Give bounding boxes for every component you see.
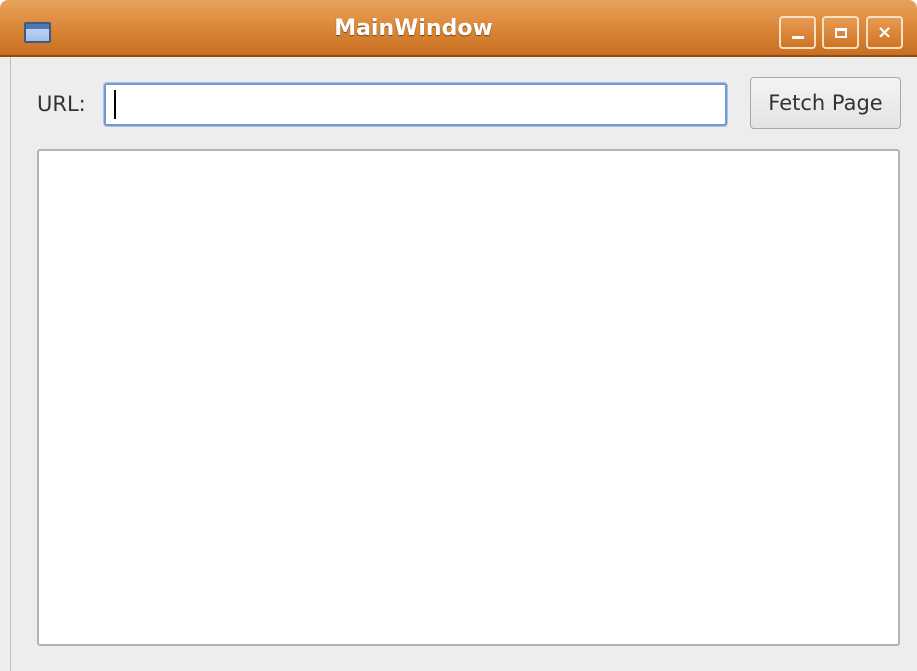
main-window: MainWindow × URL: Fetch Page bbox=[0, 0, 917, 671]
close-button[interactable]: × bbox=[866, 16, 903, 49]
fetch-page-button[interactable]: Fetch Page bbox=[750, 77, 901, 129]
minimize-button[interactable] bbox=[779, 16, 816, 49]
maximize-icon bbox=[834, 27, 847, 38]
page-output-area[interactable] bbox=[37, 149, 900, 646]
minimize-icon bbox=[791, 36, 804, 39]
close-icon: × bbox=[876, 21, 893, 43]
text-cursor bbox=[114, 90, 116, 119]
url-input[interactable] bbox=[104, 83, 727, 126]
window-title: MainWindow bbox=[334, 16, 493, 41]
maximize-button[interactable] bbox=[822, 16, 859, 49]
title-bar[interactable]: MainWindow × bbox=[0, 0, 917, 57]
url-label: URL: bbox=[37, 92, 86, 116]
